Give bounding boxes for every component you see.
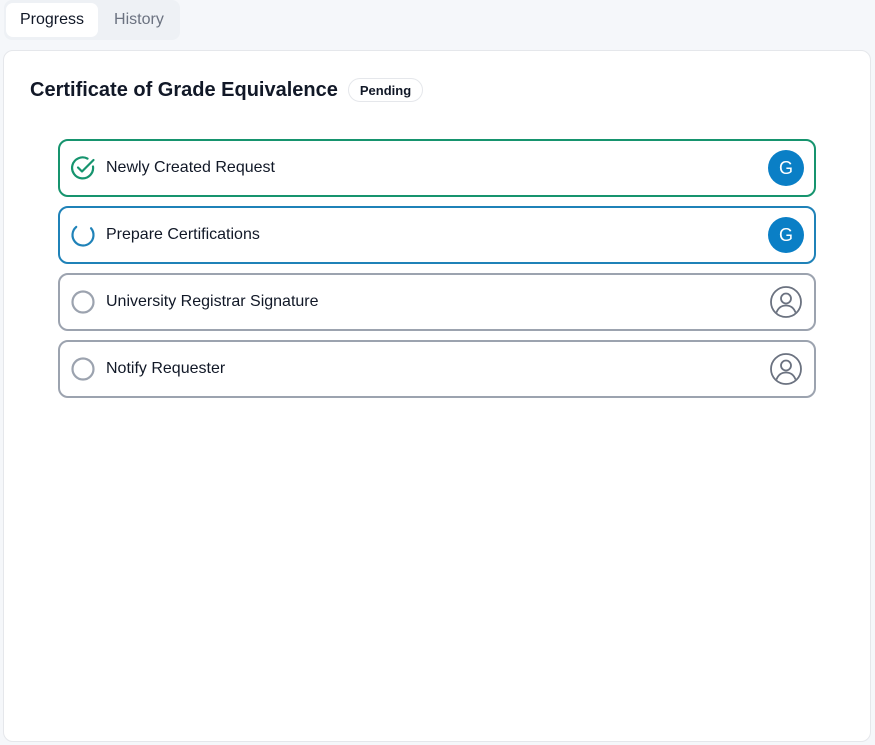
step-prepare-certifications[interactable]: Prepare Certifications G [58,206,816,264]
step-label: University Registrar Signature [106,293,319,310]
step-university-registrar-signature[interactable]: University Registrar Signature [58,273,816,331]
tab-progress[interactable]: Progress [6,3,99,37]
step-newly-created-request[interactable]: Newly Created Request G [58,139,816,197]
request-card: Certificate of Grade Equivalence Pending… [3,50,871,742]
request-header: Certificate of Grade Equivalence Pending [30,78,424,102]
avatar[interactable]: G [768,150,804,186]
empty-circle-icon [70,289,96,315]
status-badge: Pending [347,78,424,102]
spinner-icon [70,222,96,248]
tab-bar: Progress History [4,0,180,40]
step-label: Newly Created Request [106,159,275,176]
empty-circle-icon [70,356,96,382]
user-placeholder-icon[interactable] [768,351,804,387]
user-placeholder-icon[interactable] [768,284,804,320]
check-circle-icon [70,155,96,181]
request-title: Certificate of Grade Equivalence [30,78,338,101]
tab-history[interactable]: History [100,3,178,37]
avatar[interactable]: G [768,217,804,253]
workflow-steps: Newly Created Request G Prepare Certific… [58,139,816,407]
step-label: Prepare Certifications [106,226,260,243]
step-notify-requester[interactable]: Notify Requester [58,340,816,398]
step-label: Notify Requester [106,360,226,377]
